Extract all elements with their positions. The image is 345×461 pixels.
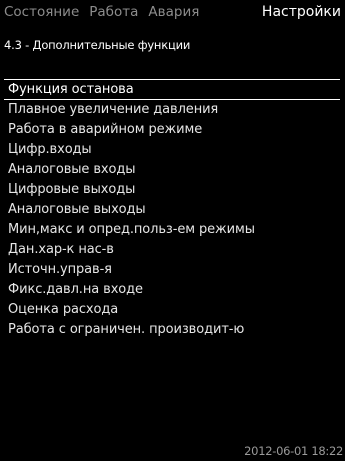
menu-item-analog-inputs[interactable]: Аналоговые входы [4, 160, 340, 180]
menu-item-control-source[interactable]: Источн.управ-я [4, 260, 340, 280]
function-menu: Функция останова Плавное увеличение давл… [4, 80, 340, 340]
menu-item-flow-estimation[interactable]: Оценка расхода [4, 300, 340, 320]
menu-item-analog-outputs[interactable]: Аналоговые выходы [4, 200, 340, 220]
tab-bar: Состояние Работа Авария Настройки [0, 0, 345, 22]
menu-item-emergency-run[interactable]: Работа в аварийном режиме [4, 120, 340, 140]
tab-status[interactable]: Состояние [0, 2, 85, 22]
menu-item-fixed-inlet-pressure[interactable]: Фикс.давл.на входе [4, 280, 340, 300]
menu-item-digital-outputs[interactable]: Цифровые выходы [4, 180, 340, 200]
timestamp: 2012-06-01 18:22 [244, 444, 343, 458]
tab-settings[interactable]: Настройки [258, 2, 345, 22]
menu-item-pump-curve-data[interactable]: Дан.хар-к нас-в [4, 240, 340, 260]
menu-item-min-max-user-modes[interactable]: Мин,макс и опред.польз-ем режимы [4, 220, 340, 240]
tab-operation[interactable]: Работа [85, 2, 144, 22]
menu-item-soft-pressure-buildup[interactable]: Плавное увеличение давления [4, 100, 340, 120]
breadcrumb: 4.3 - Дополнительные функции [4, 38, 191, 52]
menu-item-reduced-operation[interactable]: Работа с ограничен. производит-ю [4, 320, 340, 340]
tab-alarm[interactable]: Авария [144, 2, 205, 22]
menu-item-stop-function[interactable]: Функция останова [4, 80, 340, 100]
menu-item-digital-inputs[interactable]: Цифр.входы [4, 140, 340, 160]
